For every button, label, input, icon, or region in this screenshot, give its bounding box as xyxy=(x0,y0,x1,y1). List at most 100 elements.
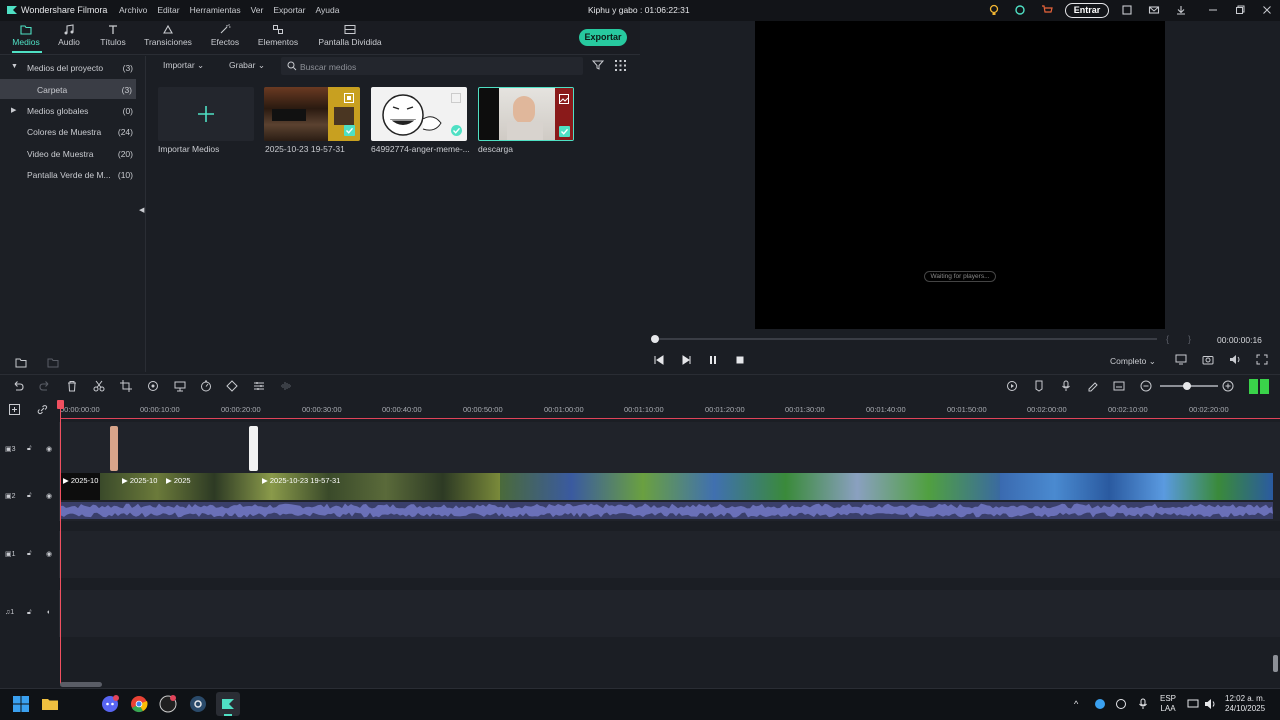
speed-icon[interactable] xyxy=(200,380,212,392)
render-icon[interactable] xyxy=(1006,380,1018,392)
lock-icon[interactable]: 🔓︎ xyxy=(27,492,32,500)
download-icon[interactable] xyxy=(1175,4,1187,16)
media-thumb-image-selected[interactable] xyxy=(478,87,574,141)
crop-icon[interactable] xyxy=(120,380,132,392)
pause-icon[interactable] xyxy=(708,355,718,365)
sidebar-item-green-screen[interactable]: Pantalla Verde de M... (10) xyxy=(0,164,139,184)
filter-icon[interactable] xyxy=(592,59,604,71)
add-track-icon[interactable] xyxy=(9,404,20,415)
sidebar-item-sample-video[interactable]: Video de Muestra (20) xyxy=(0,143,139,163)
microphone-icon[interactable] xyxy=(1060,380,1072,392)
sidebar-item-global-media[interactable]: ▶ Medios globales (0) xyxy=(0,100,139,120)
chrome-icon[interactable] xyxy=(130,695,148,713)
search-input[interactable]: Buscar medios xyxy=(281,57,583,75)
clip-image-small[interactable] xyxy=(110,426,118,471)
grid-view-icon[interactable] xyxy=(615,60,626,71)
prev-frame-icon[interactable] xyxy=(654,355,664,365)
track-lane[interactable] xyxy=(60,531,1280,578)
eye-icon[interactable]: ◉ xyxy=(46,492,52,500)
tab-transiciones[interactable]: Transiciones xyxy=(144,24,192,47)
scissors-icon[interactable] xyxy=(93,380,105,392)
login-button[interactable]: Entrar xyxy=(1065,3,1109,18)
export-button[interactable]: Exportar xyxy=(579,29,627,46)
tab-audio[interactable]: Audio xyxy=(55,24,83,47)
preview-scrubber-knob[interactable] xyxy=(651,335,659,343)
play-icon[interactable] xyxy=(681,355,691,365)
eye-icon[interactable]: ◉ xyxy=(46,445,52,453)
fullscreen-icon[interactable] xyxy=(1256,354,1268,365)
tray-app-icon[interactable] xyxy=(1094,698,1106,710)
zoom-in-icon[interactable] xyxy=(1222,380,1234,392)
discord-icon[interactable] xyxy=(101,695,119,713)
tray-language[interactable]: ESP LAA xyxy=(1160,694,1176,714)
in-mark-icon[interactable]: { xyxy=(1166,334,1169,344)
tray-chevron-icon[interactable]: ^ xyxy=(1074,699,1078,709)
tab-efectos[interactable]: Efectos xyxy=(209,24,241,47)
audio-meter[interactable] xyxy=(1249,379,1269,394)
minimize-icon[interactable] xyxy=(1207,4,1219,16)
zoom-slider-knob[interactable] xyxy=(1183,382,1191,390)
cart-icon[interactable] xyxy=(1041,4,1053,16)
lock-icon[interactable]: 🔓︎ xyxy=(27,550,32,558)
volume-icon[interactable] xyxy=(1229,354,1241,365)
restore-icon[interactable] xyxy=(1234,4,1246,16)
audio-waveform-strip[interactable] xyxy=(60,502,1273,519)
lock-icon[interactable]: 🔓︎ xyxy=(27,609,32,617)
file-explorer-icon[interactable] xyxy=(41,695,59,713)
mail-icon[interactable] xyxy=(1148,4,1160,16)
folder-outline-icon[interactable] xyxy=(47,357,59,368)
delete-icon[interactable] xyxy=(66,380,78,392)
sidebar-item-project-media[interactable]: ▼ Medios del proyecto (3) xyxy=(0,57,139,77)
speaker-icon[interactable]: ◖ xyxy=(46,609,50,616)
new-folder-icon[interactable] xyxy=(15,357,27,368)
horizontal-scrollbar[interactable] xyxy=(60,682,102,687)
zoom-out-icon[interactable] xyxy=(1140,380,1152,392)
marker-icon[interactable] xyxy=(1033,380,1045,392)
sidebar-item-sample-colors[interactable]: Colores de Muestra (24) xyxy=(0,121,139,141)
undo-icon[interactable] xyxy=(12,380,24,392)
windows-start-icon[interactable] xyxy=(12,695,30,713)
snapshot-icon[interactable] xyxy=(1202,354,1214,365)
menu-ayuda[interactable]: Ayuda xyxy=(315,5,339,15)
eye-icon[interactable]: ◉ xyxy=(46,550,52,558)
redo-icon[interactable] xyxy=(39,380,51,392)
vertical-scrollbar[interactable] xyxy=(1273,655,1278,672)
audio-wave-icon[interactable] xyxy=(280,380,292,392)
color-icon[interactable] xyxy=(147,380,159,392)
steam-icon[interactable] xyxy=(189,695,207,713)
voiceover-icon[interactable] xyxy=(1087,380,1099,392)
lightbulb-icon[interactable] xyxy=(988,4,1000,16)
green-screen-icon[interactable] xyxy=(174,380,186,392)
import-media-tile[interactable] xyxy=(158,87,254,141)
tab-medios[interactable]: Medios xyxy=(10,24,42,47)
track-lane[interactable] xyxy=(60,422,1280,471)
preview-scrubber[interactable] xyxy=(655,338,1157,340)
keyframe-icon[interactable] xyxy=(226,380,238,392)
tab-titulos[interactable]: Títulos xyxy=(97,24,129,47)
sidebar-item-folder[interactable]: Carpeta (3) xyxy=(0,79,136,99)
tray-clock[interactable]: 12:02 a. m. 24/10/2025 xyxy=(1225,694,1265,714)
stop-icon[interactable] xyxy=(735,355,745,365)
playhead-handle[interactable] xyxy=(57,400,64,409)
out-mark-icon[interactable]: } xyxy=(1188,334,1191,344)
media-thumb-video[interactable] xyxy=(264,87,360,141)
subtitle-icon[interactable] xyxy=(1113,380,1125,392)
tray-mic-icon[interactable] xyxy=(1137,698,1149,710)
save-icon[interactable] xyxy=(1121,4,1133,16)
sync-icon[interactable] xyxy=(1014,4,1026,16)
tray-volume-icon[interactable] xyxy=(1204,698,1216,710)
menu-exportar[interactable]: Exportar xyxy=(273,5,305,15)
clip-meme[interactable] xyxy=(249,426,258,471)
link-icon[interactable] xyxy=(37,404,48,415)
video-clip-strip[interactable]: ▶ 2025-10 ▶ 2025-10 ▶ 2025 ▶ 2025-10-23 … xyxy=(60,473,1273,500)
playhead[interactable] xyxy=(60,400,61,684)
adjust-icon[interactable] xyxy=(253,380,265,392)
quality-dropdown[interactable]: Completo ⌄ xyxy=(1110,356,1156,367)
tray-network-icon[interactable] xyxy=(1187,698,1199,710)
tab-pantalla-dividida[interactable]: Pantalla Dividida xyxy=(318,24,382,47)
tray-sync-icon[interactable] xyxy=(1115,698,1127,710)
track-lane[interactable] xyxy=(60,590,1280,637)
import-dropdown[interactable]: Importar ⌄ xyxy=(163,60,204,71)
obs-icon[interactable] xyxy=(159,695,177,713)
collapse-panel-icon[interactable]: ◀ xyxy=(139,206,144,214)
